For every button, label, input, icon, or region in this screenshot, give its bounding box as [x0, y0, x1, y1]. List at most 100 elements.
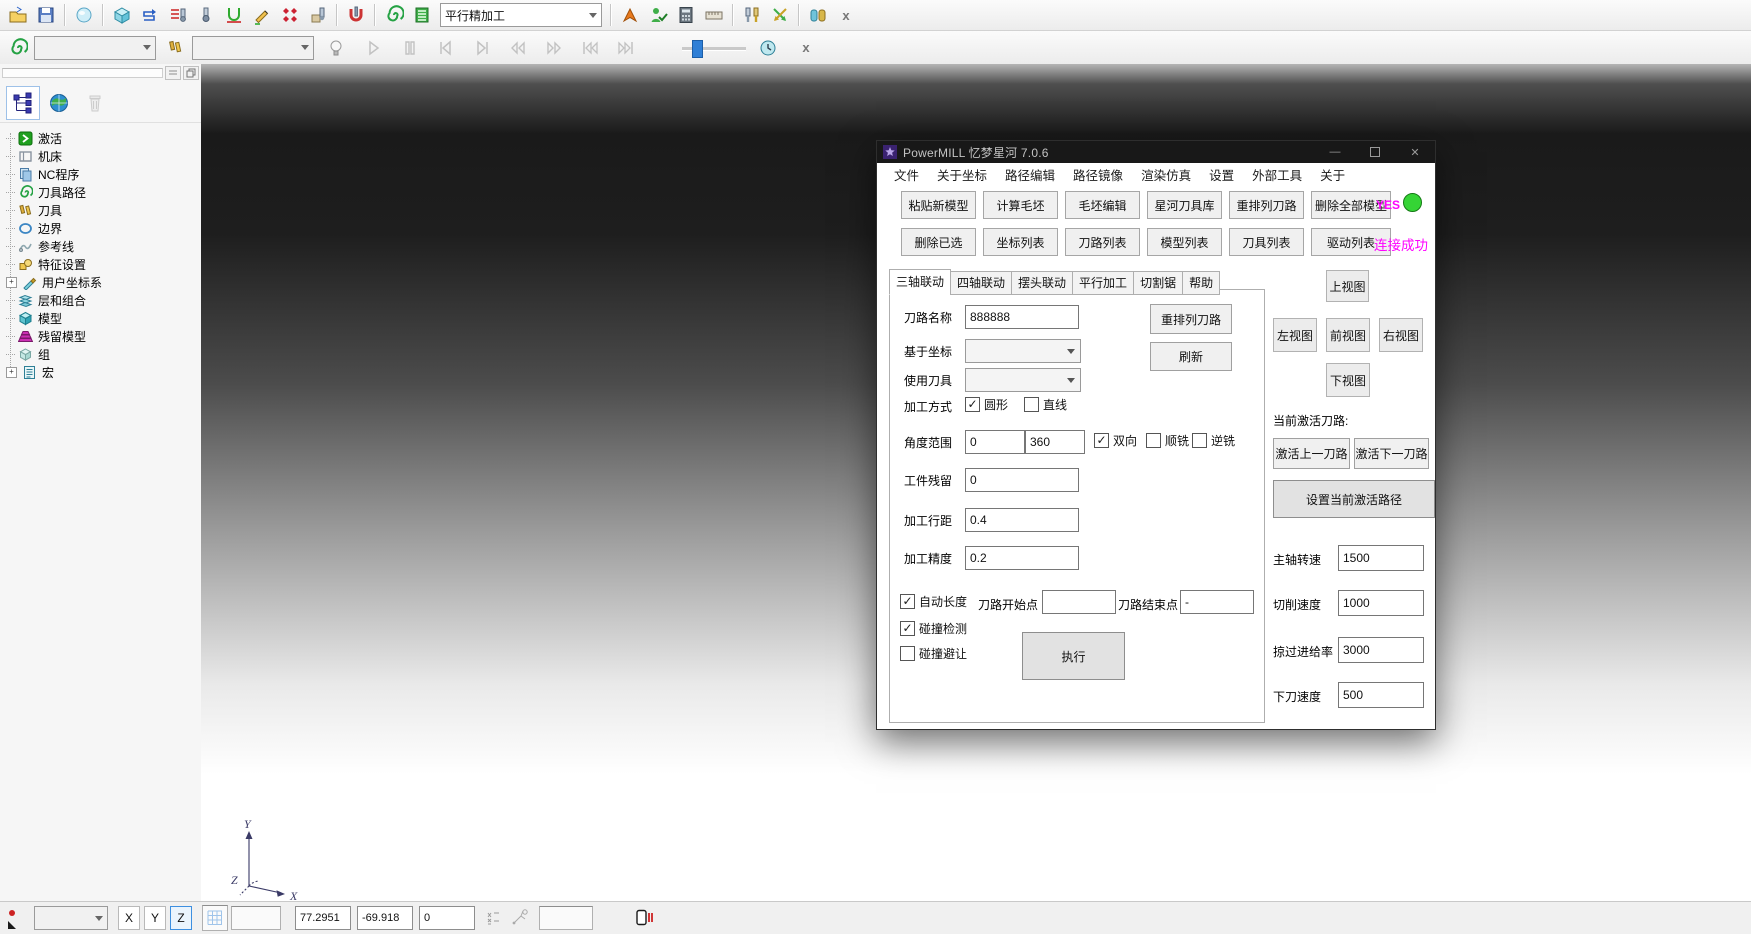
tab-help[interactable]: 帮助	[1182, 271, 1220, 295]
tab-3axis[interactable]: 三轴联动	[889, 269, 951, 295]
tree-item-feature-sets[interactable]: 特征设置	[2, 255, 201, 273]
tree-item-workplanes[interactable]: +用户坐标系	[2, 273, 201, 291]
activate-prev-toolpath-button[interactable]: 激活上一刀路	[1273, 438, 1350, 469]
grid-snap-button[interactable]	[202, 905, 228, 931]
top-view-button[interactable]: 上视图	[1326, 270, 1369, 302]
sim-pause-button[interactable]	[396, 34, 424, 62]
paste-new-model-button[interactable]: 粘贴新模型	[901, 191, 976, 219]
raster-toolpath-button[interactable]	[136, 1, 164, 29]
bottom-view-button[interactable]: 下视图	[1326, 363, 1370, 397]
spindle-speed-input[interactable]: 1500	[1338, 545, 1424, 571]
sim-toolpath-button[interactable]	[4, 34, 32, 62]
sim-rewind-button[interactable]	[504, 34, 532, 62]
tool-button[interactable]	[192, 1, 220, 29]
leads-links-button[interactable]	[220, 1, 248, 29]
sphere-tool-button[interactable]	[70, 1, 98, 29]
tree-expander[interactable]: +	[6, 367, 17, 378]
tree-item-boundaries[interactable]: 边界	[2, 219, 201, 237]
pane-grip-button[interactable]	[165, 66, 181, 80]
menu-path-mirror[interactable]: 路径镜像	[1064, 165, 1132, 184]
axis-z-button[interactable]: Z	[170, 906, 192, 930]
angle-from-input[interactable]: 0	[965, 430, 1025, 454]
front-view-button[interactable]: 前视图	[1326, 318, 1370, 352]
calculator-button[interactable]	[672, 1, 700, 29]
view-orientation-widget[interactable]	[4, 905, 30, 931]
line-mode-checkbox[interactable]: 直线	[1024, 396, 1067, 413]
circle-mode-checkbox[interactable]: 圆形	[965, 396, 1008, 413]
toolbar-close-button[interactable]: x	[832, 1, 860, 29]
stepover-input[interactable]: 0.4	[965, 508, 1079, 532]
edit-toolpath-button[interactable]	[248, 1, 276, 29]
close-button[interactable]: ✕	[1395, 141, 1435, 163]
maximize-button[interactable]	[1355, 141, 1395, 163]
tool-assembly-button[interactable]	[738, 1, 766, 29]
right-view-button[interactable]: 右视图	[1379, 318, 1423, 352]
block-edit-button[interactable]: 毛坯编辑	[1065, 191, 1140, 219]
calc-block-button[interactable]: 计算毛坯	[983, 191, 1058, 219]
sim-toolpath-combo[interactable]	[34, 36, 156, 60]
use-tool-select[interactable]	[965, 368, 1081, 392]
cursor-x-readout[interactable]: 77.2951	[295, 906, 351, 930]
tab-explorer-tree[interactable]	[6, 86, 40, 120]
cursor-y-readout[interactable]: -69.918	[357, 906, 413, 930]
machining-program-combo[interactable]: 平行精加工	[440, 3, 602, 27]
start-point-input[interactable]	[1042, 590, 1116, 614]
tool-list-button[interactable]: 刀具列表	[1229, 228, 1304, 256]
menu-external-tools[interactable]: 外部工具	[1243, 165, 1311, 184]
tool-holder-button[interactable]	[342, 1, 370, 29]
nc-program-list-button[interactable]	[408, 1, 436, 29]
conventional-mill-checkbox[interactable]: 逆铣	[1192, 432, 1235, 449]
execute-button[interactable]: 执行	[1022, 632, 1125, 680]
end-point-input[interactable]: -	[1180, 590, 1254, 614]
tab-tilt-head[interactable]: 摆头联动	[1011, 271, 1073, 295]
tree-item-levels-sets[interactable]: 层和组合	[2, 291, 201, 309]
block-button[interactable]	[108, 1, 136, 29]
tree-expander[interactable]: +	[6, 277, 17, 288]
minimize-button[interactable]: —	[1315, 141, 1355, 163]
collision-check-button[interactable]	[616, 1, 644, 29]
sim-go-start-button[interactable]	[576, 34, 604, 62]
pane-float-button[interactable]	[183, 66, 199, 80]
tree-item-models[interactable]: 模型	[2, 309, 201, 327]
left-view-button[interactable]: 左视图	[1273, 318, 1317, 352]
model-list-button[interactable]: 模型列表	[1147, 228, 1222, 256]
pattern-points-button[interactable]	[276, 1, 304, 29]
toolpath-name-input[interactable]: 888888	[965, 305, 1079, 329]
menu-settings[interactable]: 设置	[1200, 165, 1243, 184]
angle-to-input[interactable]: 360	[1025, 430, 1085, 454]
tree-item-nc-programs[interactable]: NC程序	[2, 165, 201, 183]
sim-tool-combo[interactable]	[192, 36, 314, 60]
rearrange-button[interactable]: 重排列刀路	[1150, 304, 1232, 334]
sim-speed-slider[interactable]	[682, 39, 746, 57]
tab-explorer-world[interactable]	[42, 86, 76, 120]
feeds-speeds-button[interactable]	[164, 1, 192, 29]
tree-item-toolpaths[interactable]: 刀具路径	[2, 183, 201, 201]
coord-list-button[interactable]: 坐标列表	[983, 228, 1058, 256]
tab-explorer-trash[interactable]	[78, 86, 112, 120]
tree-item-tools[interactable]: 刀具	[2, 201, 201, 219]
slider-handle[interactable]	[692, 40, 703, 58]
collision-detect-checkbox[interactable]: 碰撞检测	[900, 620, 967, 637]
sim-tool-button[interactable]	[162, 34, 190, 62]
climb-mill-checkbox[interactable]: 顺铣	[1146, 432, 1189, 449]
sim-step-forward-button[interactable]	[468, 34, 496, 62]
stock-models-button[interactable]	[804, 1, 832, 29]
tree-item-groups[interactable]: 组	[2, 345, 201, 363]
rearrange-toolpaths-button[interactable]: 重排列刀路	[1229, 191, 1304, 219]
collision-avoid-checkbox[interactable]: 碰撞避让	[900, 645, 967, 662]
auto-length-checkbox[interactable]: 自动长度	[900, 593, 967, 610]
sim-light-button[interactable]	[322, 34, 350, 62]
tool-library-button[interactable]: 星河刀具库	[1147, 191, 1222, 219]
stock-remain-input[interactable]: 0	[965, 468, 1079, 492]
delete-selected-button[interactable]: 删除已选	[901, 228, 976, 256]
bidirectional-checkbox[interactable]: 双向	[1094, 432, 1137, 449]
tolerance-input[interactable]: 0.2	[965, 546, 1079, 570]
sim-step-back-button[interactable]	[432, 34, 460, 62]
cursor-z-readout[interactable]: 0	[419, 906, 475, 930]
sim-go-end-button[interactable]	[612, 34, 640, 62]
tree-item-macros[interactable]: +宏	[2, 363, 201, 381]
tree-item-machine[interactable]: 机床	[2, 147, 201, 165]
sim-fast-forward-button[interactable]	[540, 34, 568, 62]
sim-play-button[interactable]	[360, 34, 388, 62]
save-project-button[interactable]	[32, 1, 60, 29]
